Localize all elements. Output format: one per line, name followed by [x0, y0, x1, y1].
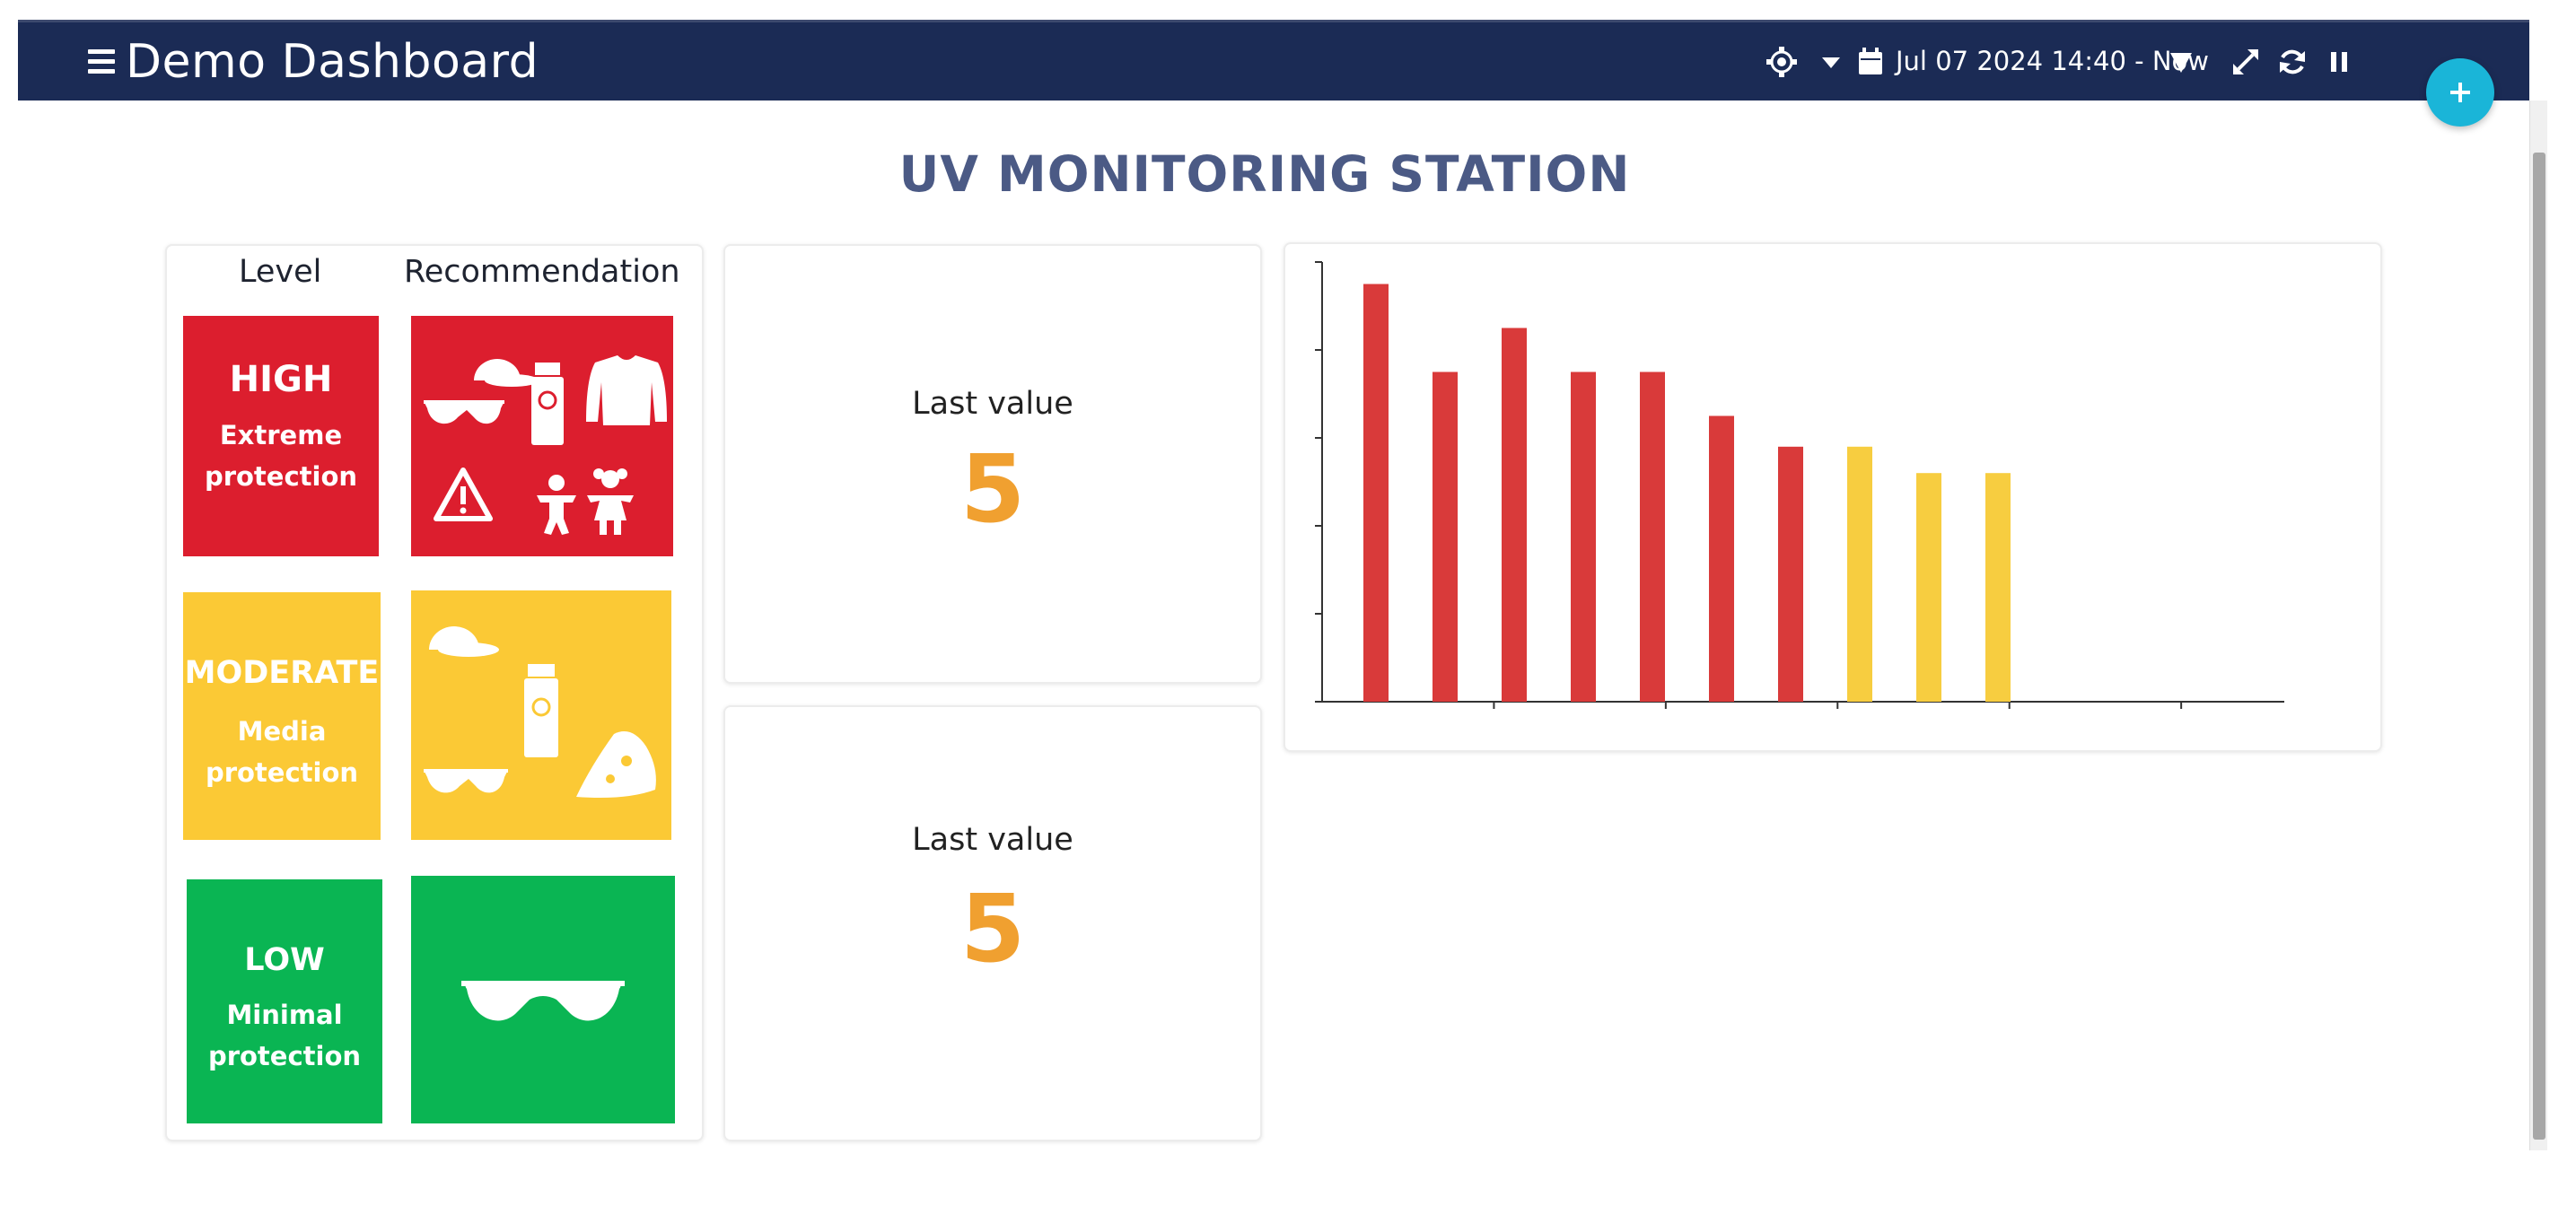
sunscreen-icon: [524, 664, 558, 757]
add-panel-button[interactable]: [2426, 58, 2494, 127]
sensor-icon[interactable]: [1764, 44, 1800, 80]
cap-icon: [474, 359, 539, 387]
kpi-label: Last value: [912, 822, 1073, 858]
level-name: LOW: [244, 942, 325, 978]
chart-bar: [1363, 284, 1389, 702]
level-name: MODERATE: [184, 655, 380, 691]
chart-bar: [1571, 371, 1596, 702]
level-low-tile: LOW Minimal protection: [187, 879, 382, 1123]
last-value-panel-1: Last value 5: [723, 244, 1262, 684]
chart-bar: [1640, 371, 1665, 702]
cap-icon: [429, 626, 499, 657]
level-column-header: Level: [239, 254, 322, 290]
scrollbar-thumb[interactable]: [2533, 153, 2545, 1140]
kpi-value: 5: [959, 874, 1026, 983]
recommendation-column-header: Recommendation: [404, 254, 680, 290]
chevron-down-icon[interactable]: [1813, 44, 1849, 80]
uv-bar-chart: [1315, 261, 2284, 709]
warning-icon: [434, 468, 493, 521]
dropdown-arrow-icon[interactable]: [2163, 44, 2199, 80]
kpi-label: Last value: [912, 386, 1073, 422]
chart-bar: [1433, 371, 1458, 702]
level-description: Media: [237, 716, 327, 747]
children-icon: [537, 468, 634, 535]
long-sleeve-shirt-icon: [586, 355, 667, 425]
calendar-icon[interactable]: [1853, 44, 1888, 80]
moderate-recommendation-tile: [411, 590, 671, 840]
level-name: HIGH: [229, 359, 333, 400]
level-description: protection: [207, 1041, 362, 1071]
sun-hat-icon: [576, 731, 656, 798]
level-description: Extreme: [219, 420, 343, 450]
high-recommendation-tile: [411, 316, 673, 556]
sunglasses-icon: [424, 769, 508, 793]
pause-icon[interactable]: [2321, 44, 2357, 80]
page-title: UV MONITORING STATION: [898, 145, 1631, 203]
level-description: protection: [204, 461, 358, 492]
fullscreen-icon[interactable]: [2228, 44, 2264, 80]
sunglasses-icon: [461, 981, 625, 1021]
sunscreen-icon: [531, 363, 564, 445]
plus-icon: [2450, 83, 2470, 102]
chart-bar: [1778, 446, 1803, 702]
dashboard-title: Demo Dashboard: [126, 35, 539, 89]
hamburger-menu-icon[interactable]: [88, 49, 115, 74]
chart-bar: [1916, 473, 1941, 702]
level-moderate-tile: MODERATE Media protection: [183, 592, 381, 840]
chart-bar: [1847, 446, 1872, 702]
refresh-icon[interactable]: [2274, 44, 2310, 80]
time-range-picker[interactable]: Jul 07 2024 14:40 - Now: [1896, 46, 2209, 76]
chart-bar: [1985, 473, 2011, 702]
low-recommendation-tile: [411, 876, 675, 1123]
sunglasses-icon: [424, 400, 504, 424]
top-bar: Demo Dashboard Jul 07 2024 14:40 - Now: [18, 20, 2529, 100]
level-description: Minimal: [226, 1000, 343, 1030]
chart-bar: [1502, 328, 1527, 702]
last-value-panel-2: Last value 5: [723, 705, 1262, 1141]
kpi-value: 5: [959, 434, 1026, 544]
level-high-tile: HIGH Extreme protection: [183, 316, 379, 556]
level-description: protection: [205, 757, 359, 788]
chart-bar: [1709, 415, 1734, 702]
